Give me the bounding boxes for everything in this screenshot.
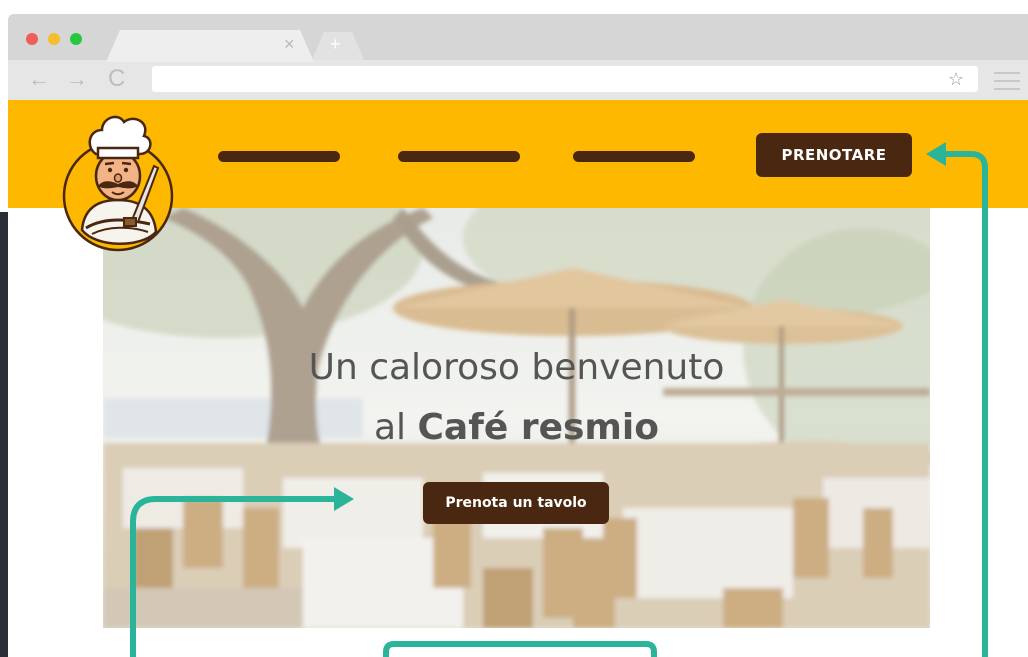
tab-bar: × + xyxy=(8,14,1028,60)
minimize-window-dot[interactable] xyxy=(48,33,60,45)
maximize-window-dot[interactable] xyxy=(70,33,82,45)
browser-chrome: × + ← → C ☆ xyxy=(8,14,1028,100)
nav-link-placeholder-1[interactable] xyxy=(218,151,340,162)
reload-icon[interactable]: C xyxy=(108,66,125,92)
star-icon[interactable]: ☆ xyxy=(948,68,964,90)
browser-tab[interactable] xyxy=(106,30,314,62)
back-arrow-icon[interactable]: ← xyxy=(28,66,50,92)
forward-arrow-icon[interactable]: → xyxy=(66,66,88,92)
hero-headline: Un caloroso benvenuto al Café resmio xyxy=(103,338,930,458)
arrow-to-reserve-button xyxy=(941,151,988,657)
partial-box-outline xyxy=(383,641,657,657)
headline-prefix: al xyxy=(373,407,407,448)
left-dark-strip xyxy=(0,212,8,657)
brand-name: Café resmio xyxy=(417,407,660,448)
close-window-dot[interactable] xyxy=(26,33,38,45)
plus-icon[interactable]: + xyxy=(330,34,341,54)
hero-section: Un caloroso benvenuto al Café resmio Pre… xyxy=(103,208,930,628)
chef-mascot-icon[interactable] xyxy=(62,108,174,256)
address-bar[interactable] xyxy=(152,66,978,92)
book-table-button[interactable]: Prenota un tavolo xyxy=(423,482,609,524)
headline-line-2: al Café resmio xyxy=(103,398,930,458)
nav-link-placeholder-2[interactable] xyxy=(398,151,520,162)
menu-icon[interactable] xyxy=(994,72,1020,96)
close-icon[interactable]: × xyxy=(284,34,295,54)
nav-link-placeholder-3[interactable] xyxy=(573,151,695,162)
headline-line-1: Un caloroso benvenuto xyxy=(308,347,725,388)
reserve-button[interactable]: PRENOTARE xyxy=(756,133,912,177)
